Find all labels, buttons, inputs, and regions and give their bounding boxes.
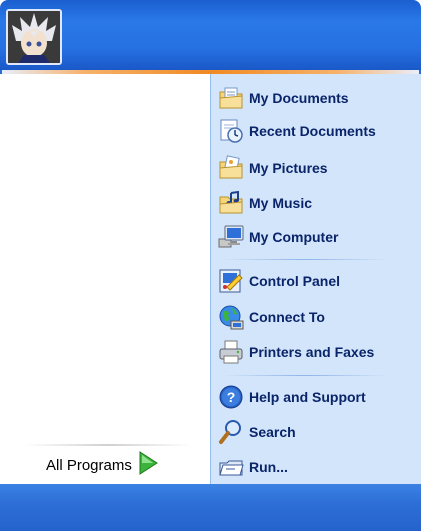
folder-documents-icon xyxy=(217,84,245,112)
menu-item-connect-to[interactable]: Connect To xyxy=(217,302,325,332)
section-separator xyxy=(222,259,388,260)
user-avatar-icon[interactable] xyxy=(6,9,62,65)
recent-documents-icon xyxy=(217,117,245,145)
menu-item-control-panel[interactable]: Control Panel xyxy=(217,266,340,296)
menu-item-label: Printers and Faxes xyxy=(249,344,375,360)
menu-header xyxy=(0,0,421,70)
svg-text:?: ? xyxy=(227,389,236,405)
menu-item-run[interactable]: Run... xyxy=(217,452,288,482)
menu-item-search[interactable]: Search xyxy=(217,417,296,447)
control-panel-icon xyxy=(217,267,245,295)
menu-item-label: Run... xyxy=(249,459,288,475)
all-programs-button[interactable]: All Programs xyxy=(46,450,158,480)
printer-icon xyxy=(217,338,245,366)
menu-item-label: Help and Support xyxy=(249,389,366,405)
menu-item-label: Search xyxy=(249,424,296,440)
menu-item-printers-and-faxes[interactable]: Printers and Faxes xyxy=(217,337,374,367)
menu-item-help-and-support[interactable]: ? Help and Support xyxy=(217,382,366,412)
help-icon: ? xyxy=(217,383,245,411)
menu-item-label: My Pictures xyxy=(249,160,328,176)
section-separator xyxy=(222,375,388,376)
menu-item-my-computer[interactable]: My Computer xyxy=(217,222,338,252)
menu-footer xyxy=(0,484,421,531)
folder-music-icon xyxy=(217,189,245,217)
menu-item-label: My Computer xyxy=(249,229,339,245)
programs-pane xyxy=(0,74,210,484)
menu-item-my-documents[interactable]: My Documents xyxy=(217,83,349,113)
run-icon xyxy=(217,453,245,481)
search-icon xyxy=(217,418,245,446)
menu-item-label: My Documents xyxy=(249,90,349,106)
globe-network-icon xyxy=(217,303,245,331)
menu-item-label: Control Panel xyxy=(249,273,341,289)
menu-item-label: Connect To xyxy=(249,309,325,325)
folder-pictures-icon xyxy=(217,154,245,182)
menu-item-label: My Music xyxy=(249,195,313,211)
start-menu: All Programs My Documents Recent Documen… xyxy=(0,0,421,531)
menu-item-my-music[interactable]: My Music xyxy=(217,188,312,218)
computer-icon xyxy=(217,223,245,251)
green-arrow-icon xyxy=(138,450,158,480)
all-programs-label: All Programs xyxy=(46,456,132,474)
menu-item-label: Recent Documents xyxy=(249,123,376,139)
menu-item-recent-documents[interactable]: Recent Documents xyxy=(217,116,376,146)
menu-item-my-pictures[interactable]: My Pictures xyxy=(217,153,328,183)
all-programs-separator xyxy=(24,444,192,446)
